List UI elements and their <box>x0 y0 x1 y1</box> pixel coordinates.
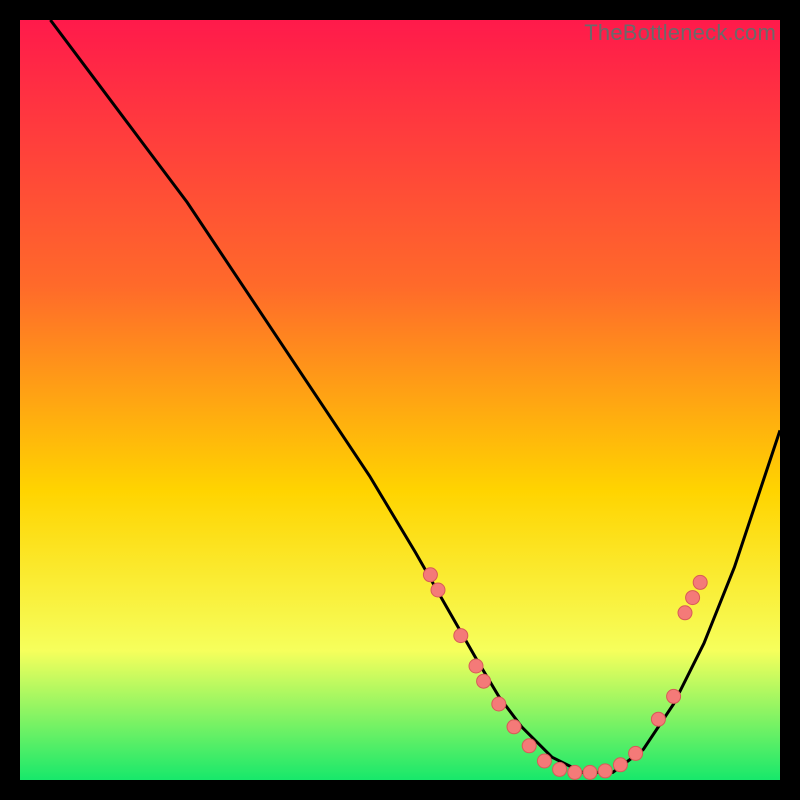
data-marker <box>678 606 692 620</box>
data-marker <box>651 712 665 726</box>
chart-frame: TheBottleneck.com <box>20 20 780 780</box>
data-marker <box>583 765 597 779</box>
data-marker <box>667 689 681 703</box>
data-marker <box>686 591 700 605</box>
data-marker <box>553 762 567 776</box>
data-marker <box>477 674 491 688</box>
data-marker <box>693 575 707 589</box>
bottleneck-chart <box>20 20 780 780</box>
data-marker <box>613 758 627 772</box>
data-marker <box>598 764 612 778</box>
data-marker <box>454 629 468 643</box>
data-marker <box>423 568 437 582</box>
data-marker <box>522 739 536 753</box>
data-marker <box>507 720 521 734</box>
gradient-background <box>20 20 780 780</box>
data-marker <box>492 697 506 711</box>
data-marker <box>469 659 483 673</box>
data-marker <box>431 583 445 597</box>
data-marker <box>629 746 643 760</box>
data-marker <box>568 765 582 779</box>
watermark-text: TheBottleneck.com <box>584 20 776 46</box>
data-marker <box>537 754 551 768</box>
